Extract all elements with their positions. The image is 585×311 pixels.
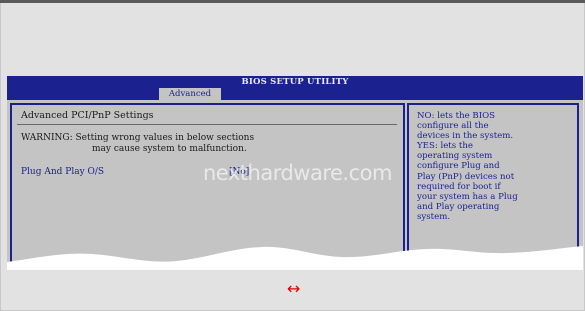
warning-line-1: WARNING: Setting wrong values in below s… <box>21 133 255 143</box>
expand-horizontal-icon[interactable]: ↔ <box>287 279 300 298</box>
help-line: your system has a Plug <box>417 191 518 202</box>
help-line: operating system <box>417 151 493 162</box>
watermark: nexthardware.com <box>203 161 392 185</box>
plug-and-play-os-label[interactable]: Plug And Play O/S <box>21 167 104 177</box>
bios-title-bar: BIOS SETUP UTILITY Advanced <box>7 76 583 100</box>
help-line: system. <box>417 211 451 222</box>
help-line: required for boot if <box>417 181 501 192</box>
help-line: configure Plug and <box>417 161 500 172</box>
tab-advanced[interactable]: Advanced <box>159 88 221 100</box>
section-heading: Advanced PCI/PnP Settings <box>21 110 154 121</box>
help-line: NO: lets the BIOS <box>417 111 496 121</box>
help-line: devices in the system. <box>417 131 514 142</box>
help-line: and Play operating <box>417 201 500 212</box>
bios-screenshot[interactable]: BIOS SETUP UTILITY Advanced Advanced PCI… <box>7 76 583 270</box>
help-text: NO: lets the BIOS configure all the devi… <box>417 111 579 222</box>
help-line: configure all the <box>417 121 489 132</box>
divider <box>17 124 397 125</box>
top-border <box>0 0 585 3</box>
warning-text: WARNING: Setting wrong values in below s… <box>21 133 254 155</box>
help-line: YES: lets the <box>417 141 473 152</box>
bios-title: BIOS SETUP UTILITY <box>241 77 349 87</box>
warning-line-2: may cause system to malfunction. <box>92 144 247 154</box>
help-line: Play (PnP) devices not <box>417 171 515 182</box>
torn-edge <box>7 246 583 270</box>
